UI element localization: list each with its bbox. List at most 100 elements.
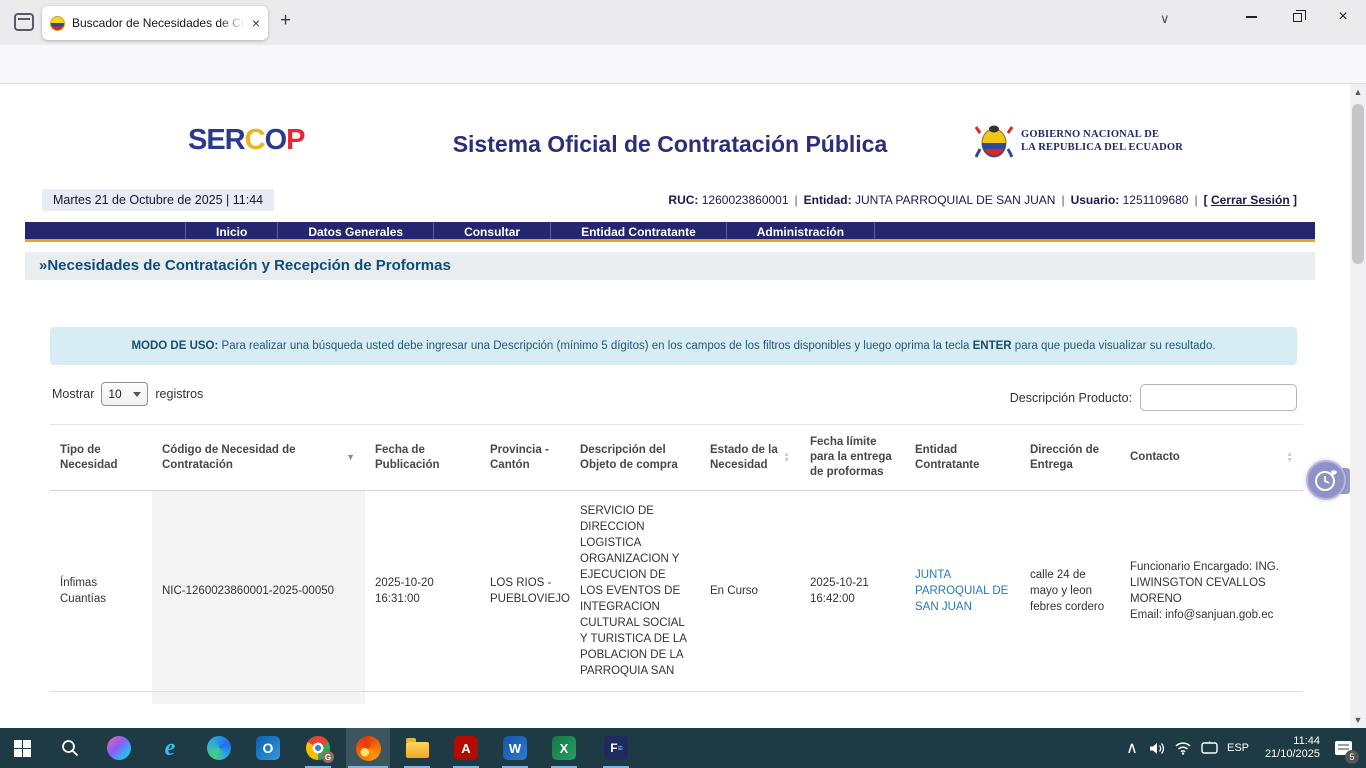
- tab-list-chevron-icon[interactable]: ∨: [1160, 11, 1170, 27]
- taskbar-fe-app-button[interactable]: F ≡: [594, 728, 638, 768]
- page-viewport: SERCOP Sistema Oficial de Contratación P…: [0, 84, 1350, 728]
- acrobat-icon: A: [454, 736, 478, 760]
- start-button[interactable]: [0, 728, 44, 768]
- government-logo: GOBIERNO NACIONAL DE LA REPUBLICA DEL EC…: [975, 119, 1183, 163]
- cell-codigo: NIC-1260023860001-2025-00050: [152, 490, 365, 692]
- main-menu: Inicio Datos Generales Consultar Entidad…: [25, 222, 1315, 242]
- scroll-down-icon[interactable]: ▼: [1350, 712, 1366, 728]
- header-direccion-entrega[interactable]: Dirección de Entrega: [1020, 424, 1120, 491]
- cell-direccion: calle 24 de mayo y leon febres cordero: [1020, 490, 1120, 692]
- entidad-label: Entidad:: [803, 193, 852, 207]
- profile-badge-icon: G: [322, 751, 334, 763]
- site-favicon-icon: [50, 15, 65, 31]
- sort-both-icon: ▲ ▼: [783, 450, 790, 464]
- taskbar-file-explorer-button[interactable]: [395, 728, 439, 768]
- header-fecha-publicacion[interactable]: Fecha de Publicación: [365, 424, 480, 491]
- window-close-button[interactable]: ×: [1320, 0, 1366, 34]
- cell-estado: En Curso: [700, 490, 800, 692]
- page-title: »Necesidades de Contratación y Recepción…: [25, 252, 1315, 280]
- copilot-icon: [107, 736, 131, 760]
- notification-center-button[interactable]: 5: [1326, 728, 1360, 768]
- header-contacto[interactable]: Contacto ▲ ▼: [1120, 424, 1303, 491]
- cell-entidad: JUNTA PARROQUIAL DE SAN JUAN: [905, 490, 1020, 692]
- time-tracker-widget[interactable]: [1306, 460, 1346, 500]
- cell-provincia-canton: LOS RIOS - PUEBLOVIEJO: [480, 490, 570, 692]
- page-length-control: Mostrar 10 registros: [52, 382, 203, 406]
- notification-badge: 5: [1345, 750, 1359, 764]
- cell-contacto: Funcionario Encargado: ING. LIWINSGTON C…: [1120, 490, 1303, 692]
- outlook-icon: O: [256, 736, 280, 760]
- menu-item-inicio[interactable]: Inicio: [185, 222, 279, 239]
- edge-icon: [207, 736, 231, 760]
- current-datetime: Martes 21 de Octubre de 2025 | 11:44: [42, 189, 275, 211]
- gov-text-line2: LA REPUBLICA DEL ECUADOR: [1021, 142, 1184, 153]
- records-per-page-select[interactable]: 10: [101, 382, 149, 406]
- cell-descripcion: SERVICIO DE DIRECCION LOGISTICA ORGANIZA…: [570, 490, 700, 692]
- tray-time: 11:44: [1293, 735, 1320, 747]
- tab-close-icon[interactable]: ×: [252, 15, 260, 31]
- tray-chevron-icon[interactable]: ∧: [1120, 728, 1144, 768]
- chevron-down-icon: [133, 391, 142, 397]
- menu-item-datos-generales[interactable]: Datos Generales: [278, 222, 435, 239]
- window-minimize-button[interactable]: [1228, 0, 1274, 34]
- usuario-value: 1251109680: [1122, 193, 1189, 207]
- search-icon: [62, 740, 79, 757]
- session-info: RUC: 1260023860001 | Entidad: JUNTA PARROQ…: [668, 193, 1297, 207]
- tab-title: Buscador de Necesidades de Co: [72, 16, 245, 30]
- filter-label: Descripción Producto:: [1009, 390, 1132, 405]
- header-entidad-contratante[interactable]: Entidad Contratante: [905, 424, 1020, 491]
- menu-item-administracion[interactable]: Administración: [727, 222, 876, 239]
- header-descripcion-objeto[interactable]: Descripción del Objeto de compra: [570, 424, 700, 491]
- browser-tab-bar: Buscador de Necesidades de Co × + ∨ ×: [0, 0, 1366, 45]
- header-tipo-necesidad[interactable]: Tipo de Necesidad: [50, 424, 152, 491]
- touch-keyboard-icon[interactable]: [1196, 728, 1222, 768]
- chrome-icon: G: [306, 736, 334, 763]
- table-header-row: Tipo de Necesidad Código de Necesidad de…: [50, 424, 1303, 491]
- table-row: Ínfimas Cuantías NIC-1260023860001-2025-…: [50, 490, 1303, 692]
- firefox-view-icon[interactable]: [14, 13, 34, 31]
- taskbar-edge-button[interactable]: [197, 728, 241, 768]
- logout-link[interactable]: Cerrar Sesión: [1211, 193, 1290, 207]
- browser-tab[interactable]: Buscador de Necesidades de Co ×: [42, 6, 268, 40]
- header-estado-necesidad[interactable]: Estado de la Necesidad ▲ ▼: [700, 424, 800, 491]
- window-restore-button[interactable]: [1274, 0, 1320, 34]
- taskbar-outlook-button[interactable]: O: [246, 728, 290, 768]
- taskbar-excel-button[interactable]: X: [542, 728, 586, 768]
- taskbar-clock[interactable]: 11:44 21/10/2025: [1250, 728, 1320, 768]
- ecuador-coat-of-arms-icon: [975, 125, 1013, 158]
- scrollbar-thumb[interactable]: [1352, 104, 1364, 264]
- usage-info-box: MODO DE USO: Para realizar una búsqueda …: [50, 327, 1297, 365]
- header-provincia-canton[interactable]: Provincia - Cantón: [480, 424, 570, 491]
- taskbar-word-button[interactable]: W: [493, 728, 537, 768]
- cell-fecha-limite: 2025-10-21 16:42:00: [800, 490, 905, 692]
- taskbar-firefox-button[interactable]: [346, 728, 390, 768]
- new-tab-button[interactable]: +: [280, 10, 291, 32]
- internet-explorer-icon: e: [164, 734, 176, 761]
- header-codigo-necesidad[interactable]: Código de Necesidad de Contratación ▼: [152, 424, 365, 491]
- show-label: Mostrar: [52, 387, 95, 401]
- volume-icon[interactable]: [1144, 728, 1170, 768]
- sort-both-icon: ▲ ▼: [1286, 450, 1293, 464]
- sort-desc-icon: ▼: [346, 452, 355, 462]
- wifi-icon[interactable]: [1170, 728, 1196, 768]
- taskbar-acrobat-button[interactable]: A: [444, 728, 488, 768]
- taskbar-copilot-button[interactable]: [97, 728, 141, 768]
- menu-item-entidad-contratante[interactable]: Entidad Contratante: [551, 222, 727, 239]
- browser-toolbar: ← → ⟳ www.compraspublicas.gob.ec/Proceso…: [0, 45, 1366, 125]
- entidad-link[interactable]: JUNTA PARROQUIAL DE SAN JUAN: [915, 569, 1008, 613]
- taskbar-internet-explorer-button[interactable]: e: [148, 728, 192, 768]
- product-filter: Descripción Producto:: [1010, 384, 1297, 411]
- word-icon: W: [503, 736, 527, 760]
- cell-tipo: Ínfimas Cuantías: [50, 490, 152, 692]
- taskbar-chrome-button[interactable]: G: [296, 728, 340, 768]
- usuario-label: Usuario:: [1070, 193, 1120, 207]
- taskbar-search-button[interactable]: [48, 728, 92, 768]
- cell-fecha-publicacion: 2025-10-20 16:31:00: [365, 490, 480, 692]
- header-fecha-limite[interactable]: Fecha límite para la entrega de proforma…: [800, 424, 905, 491]
- scroll-up-icon[interactable]: ▲: [1350, 84, 1366, 100]
- page-scrollbar[interactable]: ▲ ▼: [1350, 84, 1366, 728]
- ruc-value: 1260023860001: [701, 193, 789, 207]
- product-description-input[interactable]: [1140, 384, 1297, 411]
- ruc-label: RUC:: [668, 193, 699, 207]
- menu-item-consultar[interactable]: Consultar: [434, 222, 552, 239]
